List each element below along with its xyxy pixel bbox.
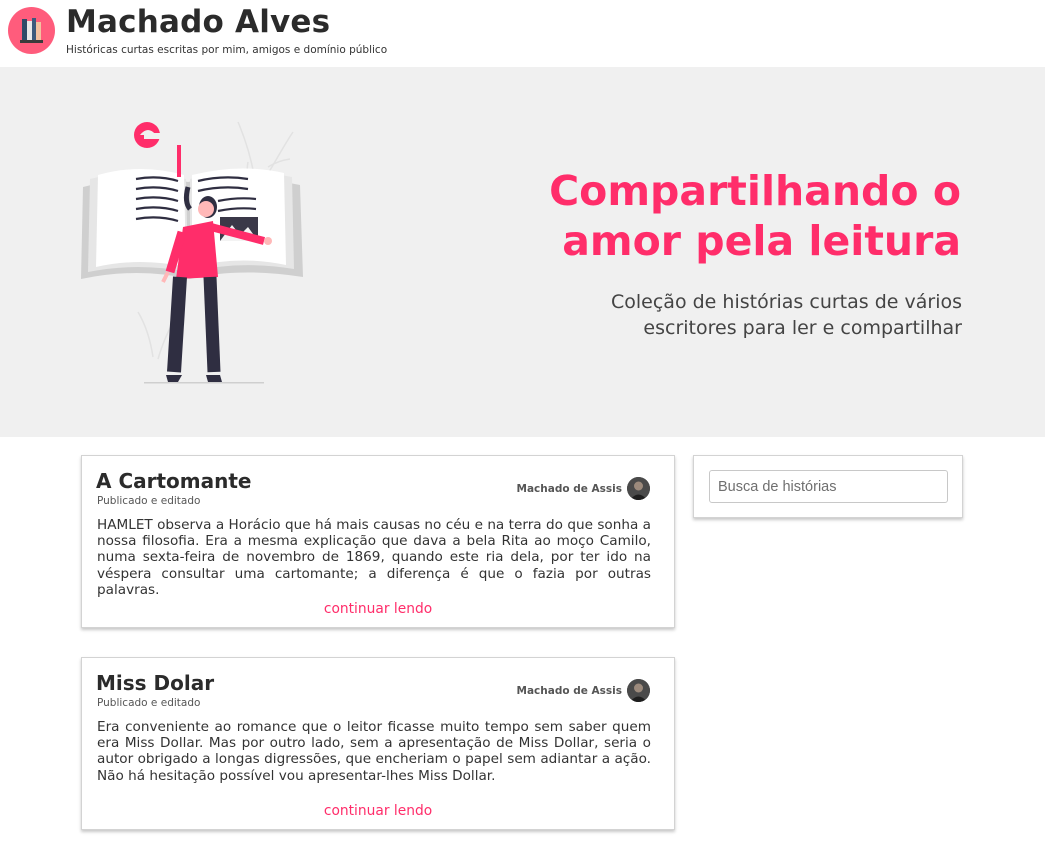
avatar xyxy=(627,477,650,500)
hero-title: Compartilhando o amor pela leitura xyxy=(549,167,961,265)
story-excerpt: HAMLET observa a Horácio que há mais cau… xyxy=(97,517,651,598)
hero-banner: Compartilhando o amor pela leitura Coleç… xyxy=(0,67,1045,437)
site-header: Machado Alves Históricas curtas escritas… xyxy=(0,0,1045,67)
site-title[interactable]: Machado Alves xyxy=(66,4,330,40)
story-meta: Publicado e editado xyxy=(97,495,201,507)
avatar xyxy=(627,679,650,702)
site-tagline: Históricas curtas escritas por mim, amig… xyxy=(66,44,388,56)
author-name: Machado de Assis xyxy=(516,685,622,697)
story-card: Miss Dolar Publicado e editado Machado d… xyxy=(81,657,675,830)
author-name: Machado de Assis xyxy=(516,483,622,495)
hero-subtitle: Coleção de histórias curtas de vários es… xyxy=(611,291,962,339)
story-meta: Publicado e editado xyxy=(97,697,201,709)
continue-reading-link[interactable]: continuar lendo xyxy=(324,803,432,819)
story-excerpt: Era conveniente ao romance que o leitor … xyxy=(97,719,651,784)
books-icon[interactable] xyxy=(8,7,55,54)
woman-reading-book-illustration xyxy=(78,117,308,387)
search-input[interactable] xyxy=(709,470,948,503)
story-card: A Cartomante Publicado e editado Machado… xyxy=(81,455,675,628)
story-title[interactable]: Miss Dolar xyxy=(96,671,214,695)
search-panel xyxy=(693,455,963,518)
continue-reading-link[interactable]: continuar lendo xyxy=(324,601,432,617)
story-title[interactable]: A Cartomante xyxy=(96,469,251,493)
